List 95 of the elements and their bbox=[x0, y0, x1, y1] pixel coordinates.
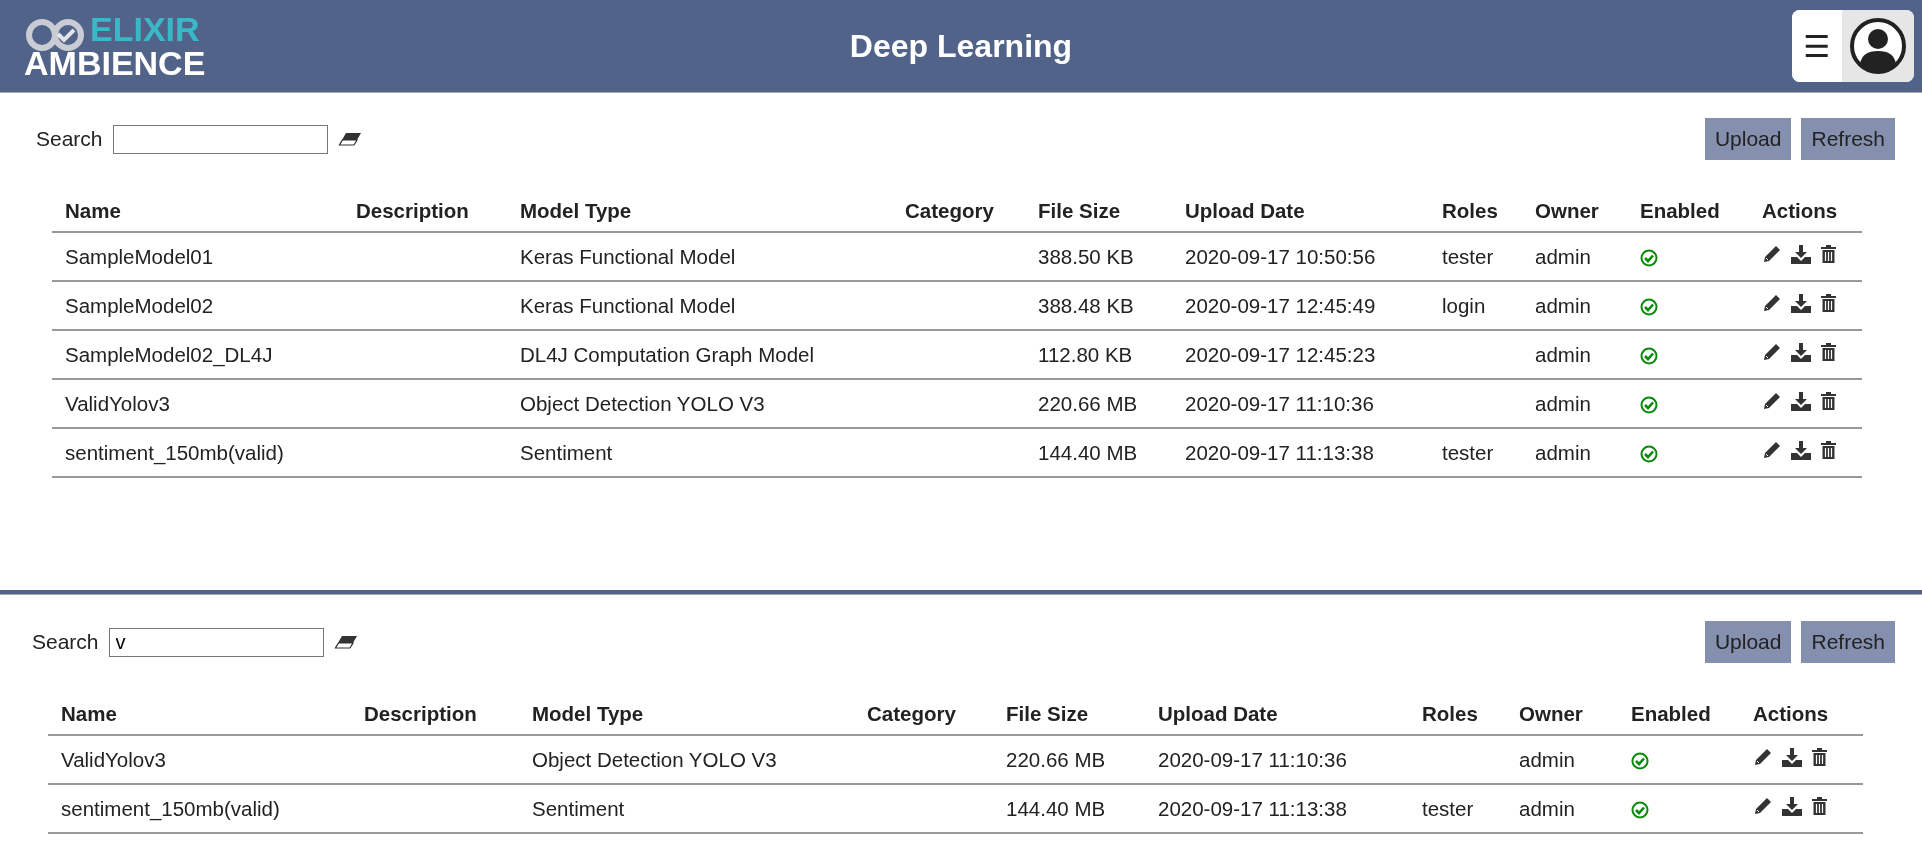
pencil-icon[interactable] bbox=[1762, 293, 1782, 313]
trash-icon[interactable] bbox=[1820, 342, 1837, 362]
download-icon[interactable] bbox=[1790, 293, 1812, 313]
toolbar-button[interactable]: Upload bbox=[1704, 118, 1792, 160]
download-icon[interactable] bbox=[1790, 391, 1812, 411]
trash-icon[interactable] bbox=[1811, 796, 1828, 816]
table-cell: Keras Functional Model bbox=[520, 293, 736, 317]
logo-text: ELIXIR bbox=[90, 12, 201, 46]
column-header[interactable]: Roles bbox=[1422, 702, 1478, 725]
toolbar-button[interactable]: Refresh bbox=[1801, 621, 1895, 663]
table-cell: Keras Functional Model bbox=[520, 244, 736, 268]
table-cell: Object Detection YOLO V3 bbox=[520, 391, 765, 415]
pencil-icon[interactable] bbox=[1762, 391, 1782, 411]
table-cell: sentiment_150mb(valid) bbox=[61, 796, 280, 820]
column-header[interactable]: Enabled bbox=[1640, 199, 1720, 222]
column-header[interactable]: File Size bbox=[1038, 199, 1121, 222]
user-avatar-icon bbox=[1849, 17, 1907, 75]
column-header[interactable]: Owner bbox=[1519, 702, 1583, 725]
column-header[interactable]: Name bbox=[61, 702, 117, 725]
column-header[interactable]: Owner bbox=[1535, 199, 1599, 222]
pencil-icon[interactable] bbox=[1762, 342, 1782, 362]
table-cell: 2020-09-17 10:50:56 bbox=[1185, 244, 1376, 268]
search-label: Search bbox=[32, 630, 99, 654]
page-title: Deep Learning bbox=[849, 27, 1073, 65]
logo-text: AMBIENCE bbox=[24, 46, 206, 80]
download-icon[interactable] bbox=[1790, 244, 1812, 264]
table-cell: Object Detection YOLO V3 bbox=[532, 747, 777, 771]
table-cell: SampleModel01 bbox=[65, 244, 214, 268]
toolbar-button[interactable]: Refresh bbox=[1801, 118, 1895, 160]
table-cell: 144.40 MB bbox=[1038, 440, 1138, 464]
table-cell: DL4J Computation Graph Model bbox=[520, 342, 814, 366]
column-header[interactable]: Name bbox=[65, 199, 121, 222]
table-cell: tester bbox=[1442, 244, 1494, 268]
table-cell: admin bbox=[1519, 796, 1575, 820]
column-header[interactable]: Description bbox=[356, 199, 469, 222]
table-cell: 388.48 KB bbox=[1038, 293, 1134, 317]
pencil-icon[interactable] bbox=[1753, 747, 1773, 767]
toolbar-button[interactable]: Upload bbox=[1704, 621, 1792, 663]
pencil-icon[interactable] bbox=[1762, 440, 1782, 460]
table-cell: Sentiment bbox=[532, 796, 625, 820]
trash-icon[interactable] bbox=[1811, 747, 1828, 767]
search-label: Search bbox=[36, 127, 103, 151]
column-header[interactable]: File Size bbox=[1006, 702, 1089, 725]
table-cell: 144.40 MB bbox=[1006, 796, 1106, 820]
trash-icon[interactable] bbox=[1820, 293, 1837, 313]
download-icon[interactable] bbox=[1781, 796, 1803, 816]
table-cell: SampleModel02_DL4J bbox=[65, 342, 273, 366]
pencil-icon[interactable] bbox=[1753, 796, 1773, 816]
table-cell: tester bbox=[1442, 440, 1494, 464]
table-cell: SampleModel02 bbox=[65, 293, 214, 317]
table-cell: 2020-09-17 11:10:36 bbox=[1158, 747, 1347, 771]
column-header[interactable]: Actions bbox=[1762, 199, 1838, 222]
table-cell: sentiment_150mb(valid) bbox=[65, 440, 284, 464]
column-header[interactable]: Upload Date bbox=[1158, 702, 1278, 725]
table-cell: 2020-09-17 11:10:36 bbox=[1185, 391, 1374, 415]
column-header[interactable]: Actions bbox=[1753, 702, 1829, 725]
avatar-button[interactable] bbox=[1842, 10, 1914, 82]
table-cell: 220.66 MB bbox=[1038, 391, 1138, 415]
table-cell: ValidYolov3 bbox=[61, 747, 166, 771]
eraser-icon[interactable] bbox=[333, 635, 358, 649]
download-icon[interactable] bbox=[1790, 440, 1812, 460]
download-icon[interactable] bbox=[1790, 342, 1812, 362]
table-cell: 2020-09-17 11:13:38 bbox=[1158, 796, 1347, 820]
column-header[interactable]: Model Type bbox=[520, 199, 632, 222]
table-cell: login bbox=[1442, 293, 1486, 317]
column-header[interactable]: Category bbox=[905, 199, 994, 222]
column-header[interactable]: Model Type bbox=[532, 702, 644, 725]
table-cell: admin bbox=[1535, 244, 1591, 268]
table-cell: admin bbox=[1535, 391, 1591, 415]
download-icon[interactable] bbox=[1781, 747, 1803, 767]
table-cell: 2020-09-17 12:45:23 bbox=[1185, 342, 1376, 366]
table-cell: 2020-09-17 11:13:38 bbox=[1185, 440, 1374, 464]
table-cell: Sentiment bbox=[520, 440, 613, 464]
table-cell: admin bbox=[1535, 440, 1591, 464]
column-header[interactable]: Enabled bbox=[1631, 702, 1711, 725]
column-header[interactable]: Category bbox=[867, 702, 956, 725]
column-header[interactable]: Roles bbox=[1442, 199, 1498, 222]
table-cell: 388.50 KB bbox=[1038, 244, 1134, 268]
table-cell: 112.80 KB bbox=[1038, 342, 1133, 366]
table-cell: admin bbox=[1535, 342, 1591, 366]
table-cell: 220.66 MB bbox=[1006, 747, 1106, 771]
trash-icon[interactable] bbox=[1820, 440, 1837, 460]
table-cell: 2020-09-17 12:45:49 bbox=[1185, 293, 1376, 317]
trash-icon[interactable] bbox=[1820, 244, 1837, 264]
search-field[interactable] bbox=[112, 124, 328, 154]
column-header[interactable]: Upload Date bbox=[1185, 199, 1305, 222]
trash-icon[interactable] bbox=[1820, 391, 1837, 411]
table-cell: tester bbox=[1422, 796, 1474, 820]
column-header[interactable]: Description bbox=[364, 702, 477, 725]
search-field[interactable]: v bbox=[108, 627, 324, 657]
table-cell: admin bbox=[1535, 293, 1591, 317]
eraser-icon[interactable] bbox=[337, 132, 362, 146]
pencil-icon[interactable] bbox=[1762, 244, 1782, 264]
table-cell: admin bbox=[1519, 747, 1575, 771]
table-cell: ValidYolov3 bbox=[65, 391, 170, 415]
